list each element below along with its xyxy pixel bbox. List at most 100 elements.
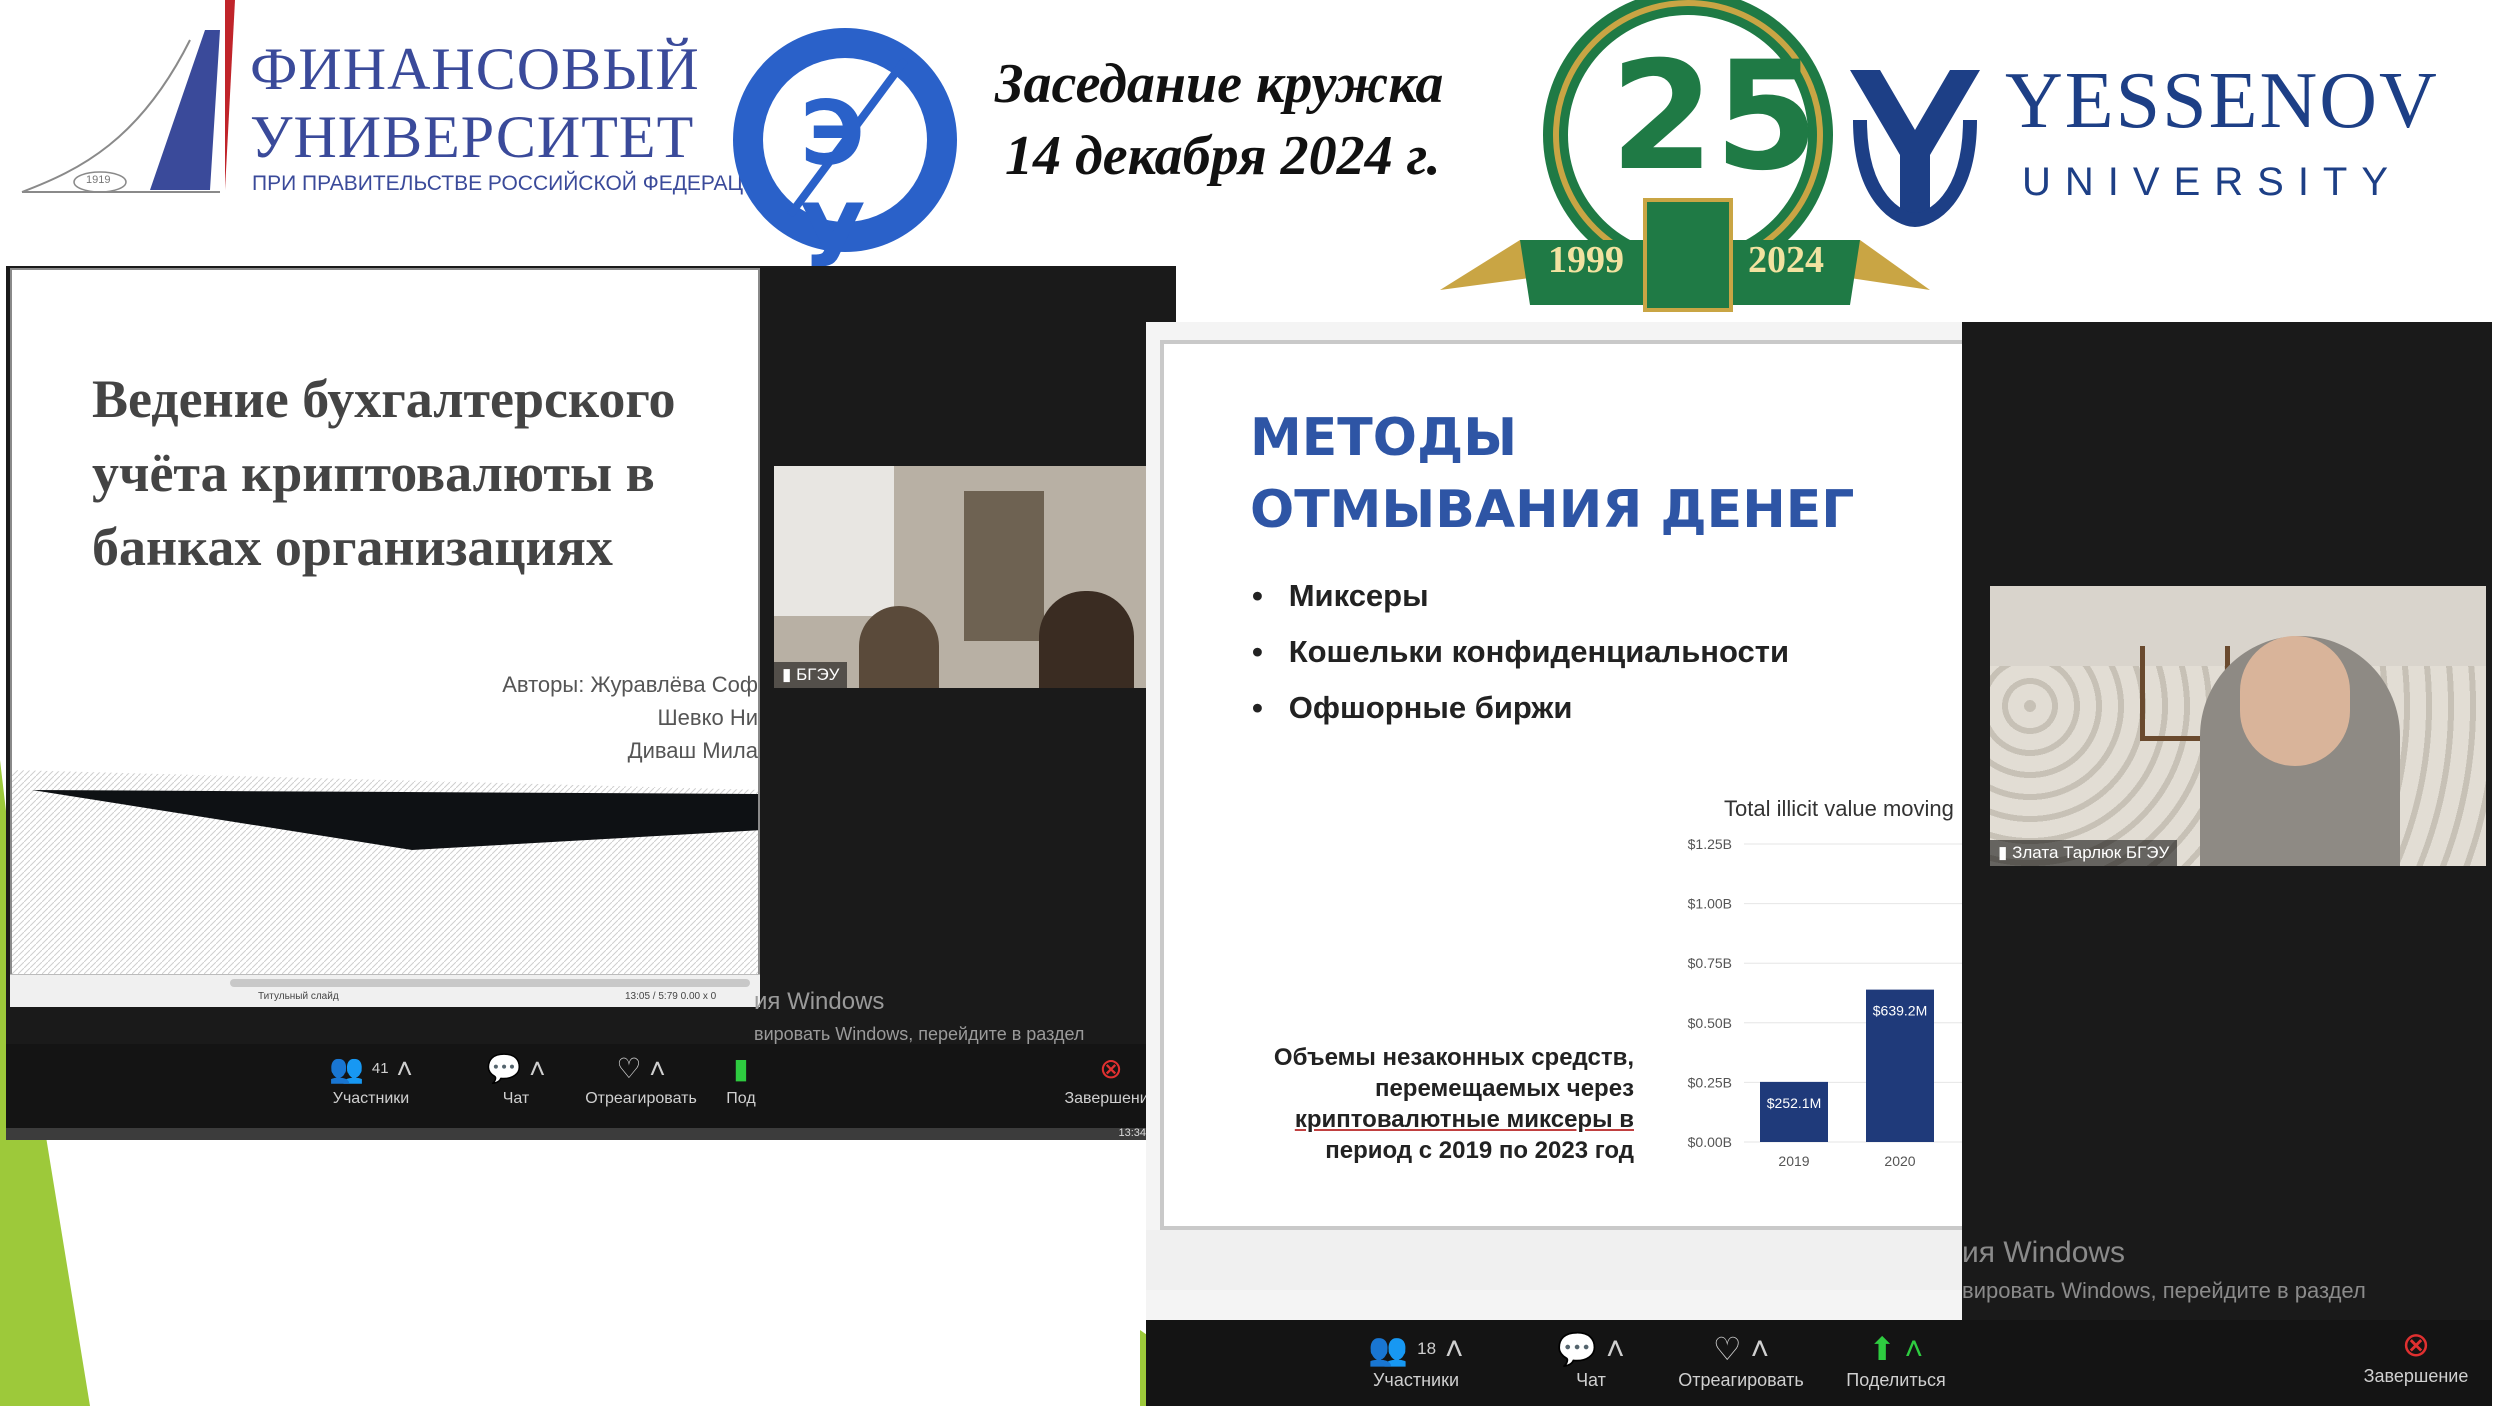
video-window-pane [774,466,894,616]
caption-line4: период с 2019 по 2023 год [1325,1137,1634,1164]
beu-logo: Э У [730,0,960,288]
left-shared-slide: Ведение бухгалтерского учёта криптовалют… [10,268,760,1006]
yessenov-name: YESSENOV [2005,57,2439,145]
bar [1760,1081,1828,1142]
participants-count: 18 [1417,1339,1437,1358]
video-person1 [859,606,939,688]
bar-data-label: $252.1M [1767,1095,1821,1111]
participants-button[interactable]: 👥 18 ˄ Участники [1346,1333,1486,1391]
fu-year: 1919 [86,174,111,186]
bar-data-label: $639.2M [1873,1003,1927,1019]
participant-name: Злата Тарлюк БГЭУ [2012,843,2170,862]
end-icon: ⊗ [2401,1326,2431,1364]
participants-label: Участники [332,1090,410,1107]
chat-icon: 💬 ˄ [486,1053,546,1084]
bullet-item: • Миксеры [1252,578,1429,613]
author-line1: Авторы: Журавлёва Соф [502,672,758,697]
share-label: Поделиться [1846,1370,1946,1390]
taskbar-time: 13:34 [1118,1127,1146,1139]
author-line3: Диваш Мила [627,738,758,763]
windows-taskbar: 13:34 [6,1127,1176,1140]
chat-label: Чат [1576,1370,1606,1390]
author-line2: Шевко Ни [657,705,758,730]
right-zoom-window: МЕТОДЫ ОТМЫВАНИЯ ДЕНЕГ • Миксеры • Кошел… [1146,322,2492,1406]
share-button[interactable]: ⬆ ˄ Поделиться [1826,1331,1966,1391]
bullet-list: • Миксеры • Кошельки конфиденциальности … [1252,568,1789,736]
participants-icon: 👥 41 ˄ [329,1053,413,1084]
y-tick-label: $0.25B [1688,1074,1732,1090]
slide-title-line3: банках организациях [92,517,613,577]
signal-icon: ▮ [1998,843,2008,862]
heart-icon: ♡ ˄ [1712,1331,1770,1367]
ppt-status-right: 13:05 / 5:79 0.00 x 0 [625,991,717,1002]
end-button[interactable]: ⊗ Завершение [2346,1326,2486,1387]
y-tick-label: $0.00B [1688,1134,1732,1150]
video-person2 [1039,591,1134,688]
participants-button[interactable]: 👥 41 ˄ Участники [306,1054,436,1108]
left-zoom-toolbar: 👥 41 ˄ Участники 💬 ˄ Чат ♡ ˄ Отреагирова… [6,1044,1176,1128]
share-button[interactable]: ▮ Под [711,1054,771,1108]
right-slide-bottom-strip [1146,1230,1962,1290]
y-tick-label: $1.25B [1688,836,1732,852]
caption-line3: криптовалютные миксеры в [1294,1106,1634,1133]
slide-decor-band [12,770,758,1004]
y-tick-label: $0.75B [1688,955,1732,971]
react-button[interactable]: ♡ ˄ Отреагировать [1661,1331,1821,1391]
end-label: Завершение [1064,1090,1158,1107]
slide2-title-line1: МЕТОДЫ [1250,408,1518,468]
slide-title-line1: Ведение бухгалтерского [92,369,676,429]
slide-content: МЕТОДЫ ОТМЫВАНИЯ ДЕНЕГ • Миксеры • Кошел… [1160,340,1962,1230]
beu-letters: Э У [798,82,893,288]
participant-video-bgeu[interactable]: ▮ БГЭУ [774,466,1169,688]
participant-name-tag: ▮ Злата Тарлюк БГЭУ [1990,840,2178,866]
participant-video-zlata[interactable]: ▮ Злата Тарлюк БГЭУ [1990,586,2486,866]
end-label: Завершение [2363,1366,2469,1386]
chat-button[interactable]: 💬 ˄ Чат [1536,1331,1646,1391]
slide-title: Ведение бухгалтерского учёта криптовалют… [92,362,758,584]
slide2-title: МЕТОДЫ ОТМЫВАНИЯ ДЕНЕГ [1250,402,1854,546]
share-screen-icon: ⬆ ˄ [1868,1331,1924,1367]
slide2-title-line2: ОТМЫВАНИЯ ДЕНЕГ [1250,480,1855,540]
bullet-item: • Офшорные биржи [1252,690,1573,725]
chat-icon: 💬 ˄ [1557,1331,1625,1367]
ppt-status-bar: Титульный слайд 13:05 / 5:79 0.00 x 0 [10,974,760,1007]
ppt-scrollbar[interactable] [230,979,750,987]
fu-emblem-icon [21,0,235,193]
x-tick-label: 2019 [1778,1153,1809,1169]
fu-name-line2: УНИВЕРСИТЕТ [250,104,695,170]
react-label: Отреагировать [1678,1370,1804,1390]
yessenov-emblem-icon [1850,70,1980,228]
chart-title: Total illicit value moving [1724,796,1954,821]
bullet-item: • Кошельки конфиденциальности [1252,634,1790,669]
heart-icon: ♡ ˄ [616,1053,666,1084]
participant-name-tag: ▮ БГЭУ [774,662,848,688]
signal-icon: ▮ [782,665,792,684]
chat-label: Чат [502,1090,530,1107]
event-date: 14 декабря 2024 г. [1005,125,1441,187]
ppt-status-left: Титульный слайд [258,991,339,1002]
share-icon: ▮ [733,1053,749,1084]
participant-name: БГЭУ [796,665,840,684]
anniversary-end-year: 2024 [1748,239,1824,281]
windows-watermark-text: вировать Windows, перейдите в раздел [1962,1278,2366,1303]
y-tick-label: $0.50B [1688,1015,1732,1031]
anniversary-start-year: 1999 [1548,239,1624,281]
right-zoom-toolbar: 👥 18 ˄ Участники 💬 ˄ Чат ♡ ˄ Отреагирова… [1146,1320,2492,1406]
windows-watermark-text: вировать Windows, перейдите в раздел [754,1024,1085,1044]
video-face [2240,636,2350,766]
chart-caption: Объемы незаконных средств, перемещаемых … [1204,1042,1634,1166]
participants-label: Участники [1373,1370,1459,1390]
caption-line1: Объемы незаконных средств, [1273,1044,1634,1071]
react-button[interactable]: ♡ ˄ Отреагировать [576,1054,706,1108]
fu-subtitle: ПРИ ПРАВИТЕЛЬСТВЕ РОССИЙСКОЙ ФЕДЕРАЦИИ [252,172,774,195]
yessenov-subtitle: UNIVERSITY [2022,160,2403,204]
video-bookshelf [964,491,1044,641]
right-shared-slide: МЕТОДЫ ОТМЫВАНИЯ ДЕНЕГ • Миксеры • Кошел… [1146,322,1962,1320]
participants-count: 41 [371,1060,389,1077]
y-tick-label: $1.00B [1688,896,1732,912]
react-label: Отреагировать [585,1090,697,1107]
windows-watermark-title: ия Windows [1962,1236,2126,1269]
illicit-value-chart: Total illicit value moving $0.00B $0.25B $0… [1688,796,1962,1169]
chat-button[interactable]: 💬 ˄ Чат [471,1054,561,1108]
left-zoom-window: Ведение бухгалтерского учёта криптовалют… [6,266,1176,1140]
